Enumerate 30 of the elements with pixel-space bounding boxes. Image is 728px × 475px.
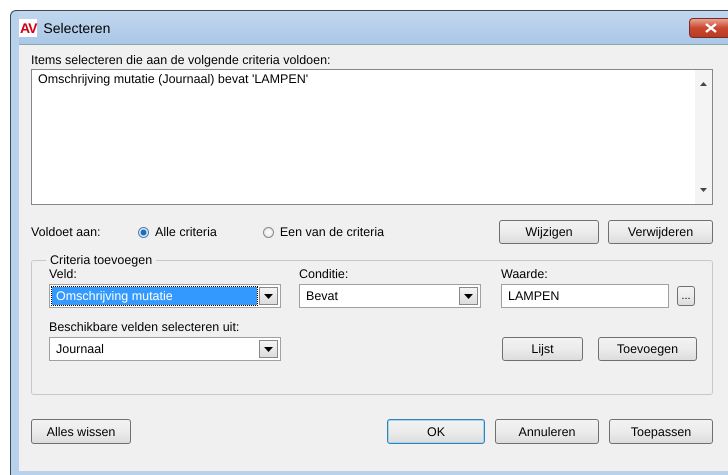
dialog-button[interactable]: Toepassen (609, 419, 713, 444)
clear-button[interactable]: Alles wissen (31, 419, 131, 444)
match-label: Voldoet aan: (31, 225, 102, 239)
browse-button[interactable]: ... (677, 286, 695, 306)
scrollbar[interactable] (695, 70, 712, 204)
source-dropdown[interactable]: Journaal (49, 337, 281, 361)
criteria-item[interactable]: Omschrijving mutatie (Journaal) bevat 'LAMPEN' (38, 72, 689, 86)
scroll-down-icon[interactable] (700, 188, 707, 192)
dialog-button[interactable]: OK (387, 419, 485, 444)
close-icon[interactable] (704, 22, 716, 32)
list-label: Items selecteren die aan de volgende criteria voldoen: (31, 53, 332, 67)
group-button[interactable]: Toevoegen (598, 337, 697, 361)
value-input[interactable]: LAMPEN (501, 284, 669, 308)
field-label: Beschikbare velden selecteren uit: (49, 320, 240, 334)
list-button[interactable]: Wijzigen (499, 220, 599, 244)
list-button[interactable]: Verwijderen (608, 220, 713, 244)
radio-option[interactable]: Een van de criteria (262, 225, 384, 239)
group-button[interactable]: Lijst (502, 337, 583, 361)
scroll-up-icon[interactable] (700, 82, 707, 86)
window-title: Selecteren (43, 20, 110, 36)
condition-dropdown[interactable]: Bevat (299, 284, 481, 308)
group-title: Criteria toevoegen (49, 253, 154, 267)
dialog-button[interactable]: Annuleren (495, 419, 599, 444)
radio-option[interactable]: Alle criteria (138, 225, 217, 239)
close-button[interactable] (689, 18, 728, 38)
field-label: Conditie: (299, 267, 350, 281)
field-label: Veld: (49, 267, 78, 281)
app-logo: AV (19, 18, 38, 36)
criteria-listbox[interactable]: Omschrijving mutatie (Journaal) bevat 'LAMPEN' (31, 69, 713, 205)
field-label: Waarde: (501, 267, 549, 281)
